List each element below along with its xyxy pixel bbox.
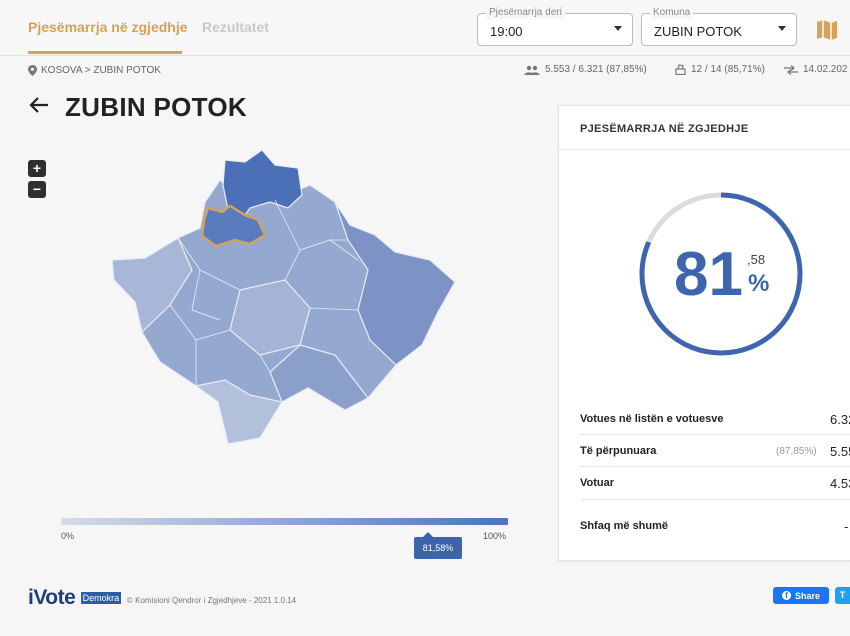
twitter-share-button[interactable]: T	[835, 587, 850, 604]
row-extra: (87,85%)	[776, 446, 817, 457]
chevron-down-icon	[614, 26, 622, 31]
row-divider	[580, 466, 850, 467]
commune-select[interactable]: Komuna ZUBIN POTOK	[641, 7, 797, 46]
turnout-stat: 5.553 / 6.321 (87,85%)	[524, 64, 647, 75]
tab-results[interactable]: Rezultatet	[202, 19, 269, 35]
map-icon[interactable]	[813, 16, 841, 44]
logo-badge: Demokra	[80, 592, 122, 605]
people-icon	[524, 65, 540, 75]
scale-marker: 81,58%	[414, 532, 462, 559]
scale-min-label: 0%	[61, 531, 75, 541]
row-label: Votues në listën e votuesve	[580, 413, 724, 425]
time-select-value: 19:00	[490, 24, 523, 39]
zoom-in-button[interactable]: +	[28, 160, 46, 177]
participation-card: PJESËMARRJA NË ZGJEDHJE 81 ,58 % Votues …	[558, 105, 850, 561]
kosovo-map[interactable]	[100, 140, 480, 460]
row-value: 6.32	[830, 412, 850, 427]
breadcrumb-text[interactable]: KOSOVA > ZUBIN POTOK	[41, 65, 161, 76]
chevron-down-icon	[778, 26, 786, 31]
sync-arrows-icon	[784, 64, 798, 75]
logo-text: iVote	[28, 586, 76, 609]
commune-select-value: ZUBIN POTOK	[654, 24, 742, 39]
time-select[interactable]: Pjesëmarrja deri 19:00	[477, 7, 633, 46]
facebook-share-button[interactable]: f Share	[773, 587, 829, 604]
copyright-text: © Komisioni Qendror i Zgjedhjeve - 2021 …	[127, 596, 297, 605]
date-stat-text: 14.02.202	[803, 64, 848, 75]
stations-stat: 12 / 14 (85,71%)	[675, 64, 765, 75]
row-value: 5.55	[830, 444, 850, 459]
stations-stat-text: 12 / 14 (85,71%)	[691, 64, 765, 75]
show-more-label[interactable]: Shfaq më shumë	[580, 520, 668, 532]
scale-max-label: 100%	[483, 531, 507, 541]
percent-integer: 81	[674, 240, 743, 309]
card-title: PJESËMARRJA NË ZGJEDHJE	[559, 106, 850, 150]
row-label: Votuar	[580, 477, 615, 489]
scale-bar	[61, 518, 508, 525]
date-stat: 14.02.202	[784, 64, 848, 75]
back-arrow-icon[interactable]	[28, 94, 50, 116]
row-divider	[580, 434, 850, 435]
ivote-logo[interactable]: iVote Demokra	[28, 586, 122, 610]
share-label: Share	[794, 590, 820, 601]
row-label: Të përpunuara	[580, 445, 657, 457]
percent-decimal: ,58	[747, 252, 766, 267]
zoom-out-button[interactable]: −	[28, 181, 46, 198]
row-value: 4.53	[830, 476, 850, 491]
breadcrumb: KOSOVA > ZUBIN POTOK	[28, 65, 161, 76]
location-pin-icon	[28, 65, 37, 76]
top-bar: Pjesëmarrja në zgjedhje Rezultatet Pjesë…	[0, 0, 850, 56]
active-tab-underline	[28, 51, 182, 54]
tab-participation[interactable]: Pjesëmarrja në zgjedhje	[28, 19, 188, 35]
row-divider	[580, 499, 850, 500]
percent-sign: %	[748, 270, 770, 297]
turnout-stat-text: 5.553 / 6.321 (87,85%)	[545, 64, 647, 75]
time-select-label: Pjesëmarrja deri	[486, 7, 565, 19]
facebook-icon: f	[781, 591, 791, 600]
show-more-value: -	[844, 519, 849, 534]
commune-select-label: Komuna	[650, 7, 694, 19]
ballot-box-icon	[675, 64, 686, 75]
page-title: ZUBIN POTOK	[65, 92, 247, 122]
